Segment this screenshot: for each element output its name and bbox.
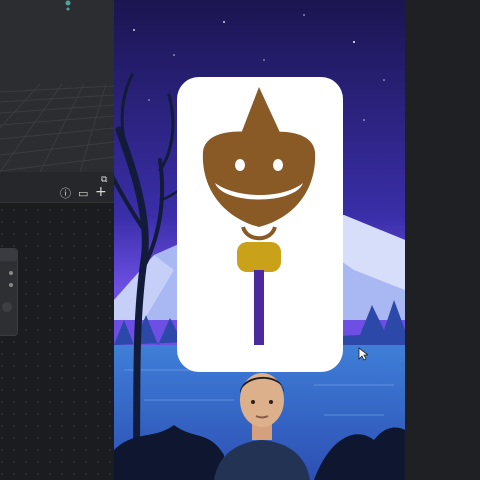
sticker-illustration bbox=[202, 87, 316, 345]
layout-icon[interactable]: ▭ bbox=[78, 188, 88, 200]
3d-viewport[interactable] bbox=[0, 0, 114, 172]
editor-panel: ⧉ ⓘ ▭ + bbox=[0, 0, 114, 480]
graph-toolbar: ⧉ ⓘ ▭ + bbox=[0, 172, 114, 203]
node-graph-panel[interactable]: ⧉ ⓘ ▭ + bbox=[0, 172, 114, 480]
sticker-card[interactable] bbox=[177, 77, 343, 372]
video-preview[interactable] bbox=[114, 0, 405, 480]
graph-node[interactable] bbox=[0, 248, 18, 336]
add-icon[interactable]: + bbox=[95, 185, 107, 199]
inspector-panel bbox=[405, 0, 480, 480]
mouse-pointer-icon bbox=[358, 347, 368, 361]
info-icon[interactable]: ⓘ bbox=[60, 188, 71, 200]
presenter-webcam bbox=[204, 368, 320, 480]
ground-grid bbox=[0, 0, 114, 172]
gizmo-handle-icon bbox=[65, 0, 71, 6]
node-header bbox=[0, 249, 17, 261]
